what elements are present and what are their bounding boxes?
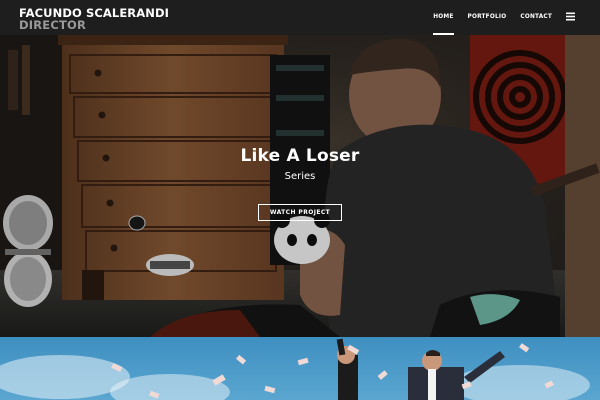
project-category: Series (284, 171, 316, 182)
main-nav: HOME PORTFOLIO CONTACT (433, 14, 552, 35)
hero-section[interactable]: Like A Loser Series WATCH PROJECT (0, 35, 600, 337)
top-navigation-bar: FACUNDO SCALERANDI DIRECTOR HOME PORTFOL… (0, 0, 600, 35)
next-project-section[interactable] (0, 337, 600, 400)
nav-contact-link[interactable]: CONTACT (520, 14, 552, 20)
next-project-image (0, 337, 600, 400)
hamburger-menu-icon[interactable] (566, 12, 575, 21)
brand-role: DIRECTOR (19, 18, 87, 32)
nav-home-link[interactable]: HOME (433, 14, 454, 35)
site-logo[interactable]: FACUNDO SCALERANDI DIRECTOR (19, 7, 169, 31)
hero-overlay (0, 35, 600, 337)
project-title: Like A Loser (240, 146, 360, 166)
nav-portfolio-link[interactable]: PORTFOLIO (468, 14, 507, 20)
watch-project-button[interactable]: WATCH PROJECT (258, 204, 342, 221)
